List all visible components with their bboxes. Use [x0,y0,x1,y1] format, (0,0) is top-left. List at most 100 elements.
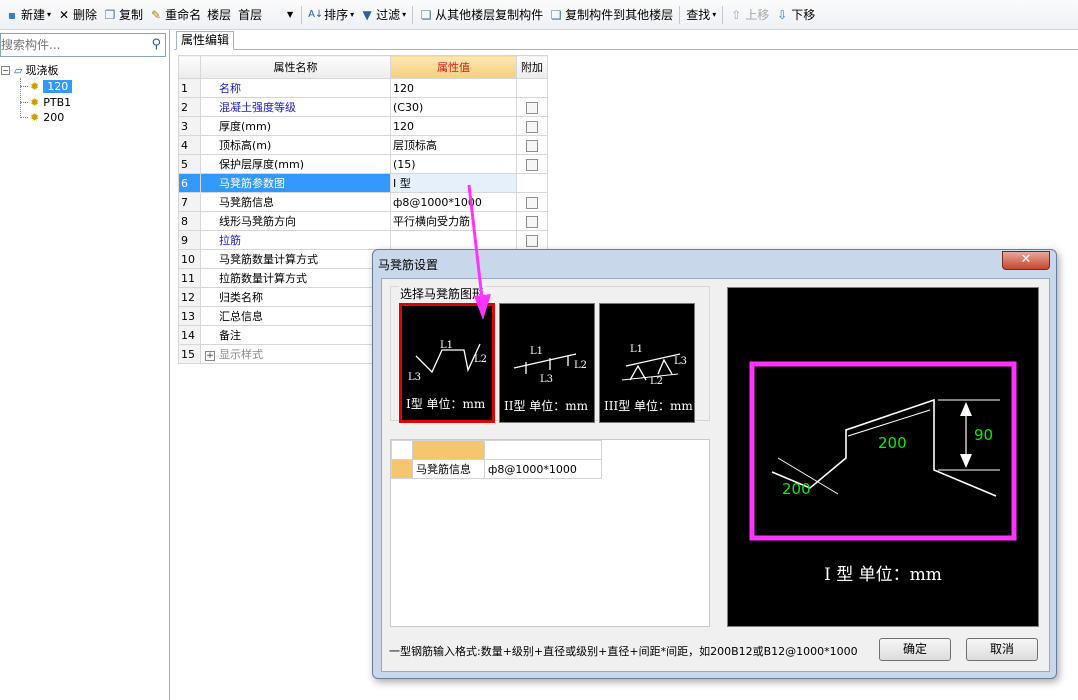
slab-icon: ▱ [14,63,23,77]
input-format-hint: 一型钢筋输入格式:数量+级别+直径或级别+直径+间距*间距，如200B12或B1… [389,645,858,658]
table-row[interactable]: 马凳筋信息 ф8@1000*1000 [391,459,602,479]
dialog-body: 选择马凳筋图形 L1 L2 L3 I型 单位：mm L1 L2 L3 II型 单… [381,278,1050,672]
ok-button[interactable]: 确定 [879,638,951,661]
tree-root[interactable]: − ▱ 现浇板 [1,62,58,78]
arrow-down-icon: ⇩ [777,7,788,22]
extra-checkbox[interactable] [526,120,538,133]
svg-text:L1: L1 [440,340,453,351]
grid-header-row: 属性名称 属性值 附加 [178,55,548,79]
extra-checkbox[interactable] [526,234,538,247]
find-button[interactable]: 查找 ▾ [683,4,719,26]
table-row[interactable]: 5 保护层厚度(mm) (15) [178,154,548,174]
filter-button[interactable]: ▼ 过滤 ▾ [357,4,409,26]
new-button[interactable]: ▪ 新建 ▾ [2,4,54,26]
extra-checkbox[interactable] [526,139,538,152]
svg-text:200: 200 [782,480,811,498]
extra-checkbox[interactable] [526,158,538,171]
floor-label: 楼层 [207,8,232,22]
delete-button[interactable]: ✕ 删除 [54,4,100,26]
svg-text:L2: L2 [650,376,663,387]
table-row[interactable]: 9 拉筋 [178,230,548,250]
dialog-title: 马凳筋设置 [378,258,439,272]
shape-option-type-1[interactable]: L1 L2 L3 I型 单位：mm [399,303,495,423]
shape-preview: 90 200 200 I 型 单位：mm [727,287,1039,627]
gear-icon: ✹ [30,110,40,124]
tab-property-editor[interactable]: 属性编辑 [176,31,235,50]
move-up-button[interactable]: ⇧ 上移 [726,4,772,26]
toolbar-separator [722,5,724,24]
svg-text:90: 90 [974,426,993,444]
move-down-button[interactable]: ⇩ 下移 [772,4,818,26]
tree-connector [20,86,28,87]
table-row[interactable]: 7 马凳筋信息 ф8@1000*1000 [178,192,548,212]
tab-strip: 属性编辑 [174,30,1078,50]
rename-icon: ✎ [151,7,162,22]
tree-item[interactable]: ✹ PTB1 [30,94,71,110]
thumb-caption: II型 单位：mm [504,399,589,413]
info-header-row [391,440,602,460]
toolbar-separator [412,5,414,24]
filter-icon: ▼ [362,7,372,22]
extra-header[interactable]: 附加 [516,55,548,79]
floor-select[interactable]: 首层 ▼ [234,5,294,25]
svg-text:L3: L3 [540,374,553,385]
thumb-caption: I型 单位：mm [406,397,486,411]
chevron-down-icon: ▼ [286,10,294,19]
extra-checkbox[interactable] [526,215,538,228]
shape-option-type-3[interactable]: L1 L3 L2 III型 单位：mm [599,303,695,423]
tree-item[interactable]: ✹ 200 [30,109,64,125]
extra-checkbox[interactable] [526,101,538,114]
tree-item[interactable]: ✹ 120 [30,78,73,94]
table-row[interactable]: 1 名称 120 [178,78,548,98]
arrow-up-icon: ⇧ [731,7,742,22]
search-icon[interactable]: ⚲ [151,37,161,52]
shape-select-group: 选择马凳筋图形 L1 L2 L3 I型 单位：mm L1 L2 L3 II型 单… [390,285,710,423]
expand-icon[interactable]: + [205,351,215,361]
property-name-header[interactable]: 属性名称 [200,55,391,79]
svg-text:L1: L1 [630,344,643,355]
close-button[interactable]: ✕ [1002,251,1050,270]
delete-icon: ✕ [59,7,70,22]
extra-checkbox[interactable] [526,196,538,209]
svg-text:L2: L2 [574,360,587,371]
toolbar-separator [301,5,303,24]
copy-from-floor-icon: ❏ [420,7,432,22]
copy-to-floor-icon: ❏ [550,7,562,22]
copy-icon: ❐ [104,7,116,22]
gear-icon: ✹ [30,79,40,93]
rebar-info-grid: 马凳筋信息 ф8@1000*1000 [390,439,710,627]
toolbar: ▪ 新建 ▾ ✕ 删除 ❐ 复制 ✎ 重命名 楼层 首层 ▼ A↓ 排序 ▾ ▼ 过… [0,0,1078,30]
rebar-info-value[interactable]: ф8@1000*1000 [484,459,602,479]
svg-text:200: 200 [878,434,907,452]
table-row[interactable]: 3 厚度(mm) 120 [178,116,548,136]
component-tree-panel: ⚲ − ▱ 现浇板 ✹ 120 ✹ PTB1 ✹ 200 [0,30,170,700]
search-box: ⚲ [0,33,166,57]
property-value-header[interactable]: 属性值 [390,55,517,79]
svg-text:L2: L2 [474,354,487,365]
copy-to-floor-button[interactable]: ❏ 复制构件到其他楼层 [546,4,676,26]
copy-from-floor-button[interactable]: ❏ 从其他楼层复制构件 [416,4,546,26]
search-input[interactable] [1,35,141,55]
table-row[interactable]: 4 顶标高(m) 层顶标高 [178,135,548,155]
preview-caption: I 型 单位：mm [824,565,942,585]
table-row[interactable]: 2 混凝土强度等级 (C30) [178,97,548,117]
preview-drawing: 90 200 200 [749,361,1017,541]
svg-text:L3: L3 [408,372,421,383]
group-label: 选择马凳筋图形 [399,285,486,302]
tree-connector [20,102,28,103]
row-number-header [178,55,201,79]
shape-option-type-2[interactable]: L1 L2 L3 II型 单位：mm [499,303,595,423]
gear-icon: ✹ [30,95,40,109]
copy-button[interactable]: ❐ 复制 [100,4,146,26]
sort-button[interactable]: A↓ 排序 ▾ [305,4,357,26]
tree-connector [20,117,28,118]
table-row[interactable]: 8 线形马凳筋方向 平行横向受力筋 [178,211,548,231]
collapse-icon[interactable]: − [1,65,10,75]
tree-connector [20,78,21,118]
svg-text:L1: L1 [530,346,543,357]
svg-text:L3: L3 [674,356,687,367]
cancel-button[interactable]: 取消 [966,638,1038,661]
rename-button[interactable]: ✎ 重命名 [146,4,204,26]
sort-icon: A↓ [308,8,324,20]
table-row-selected[interactable]: 6 马凳筋参数图 I 型 [178,173,548,193]
